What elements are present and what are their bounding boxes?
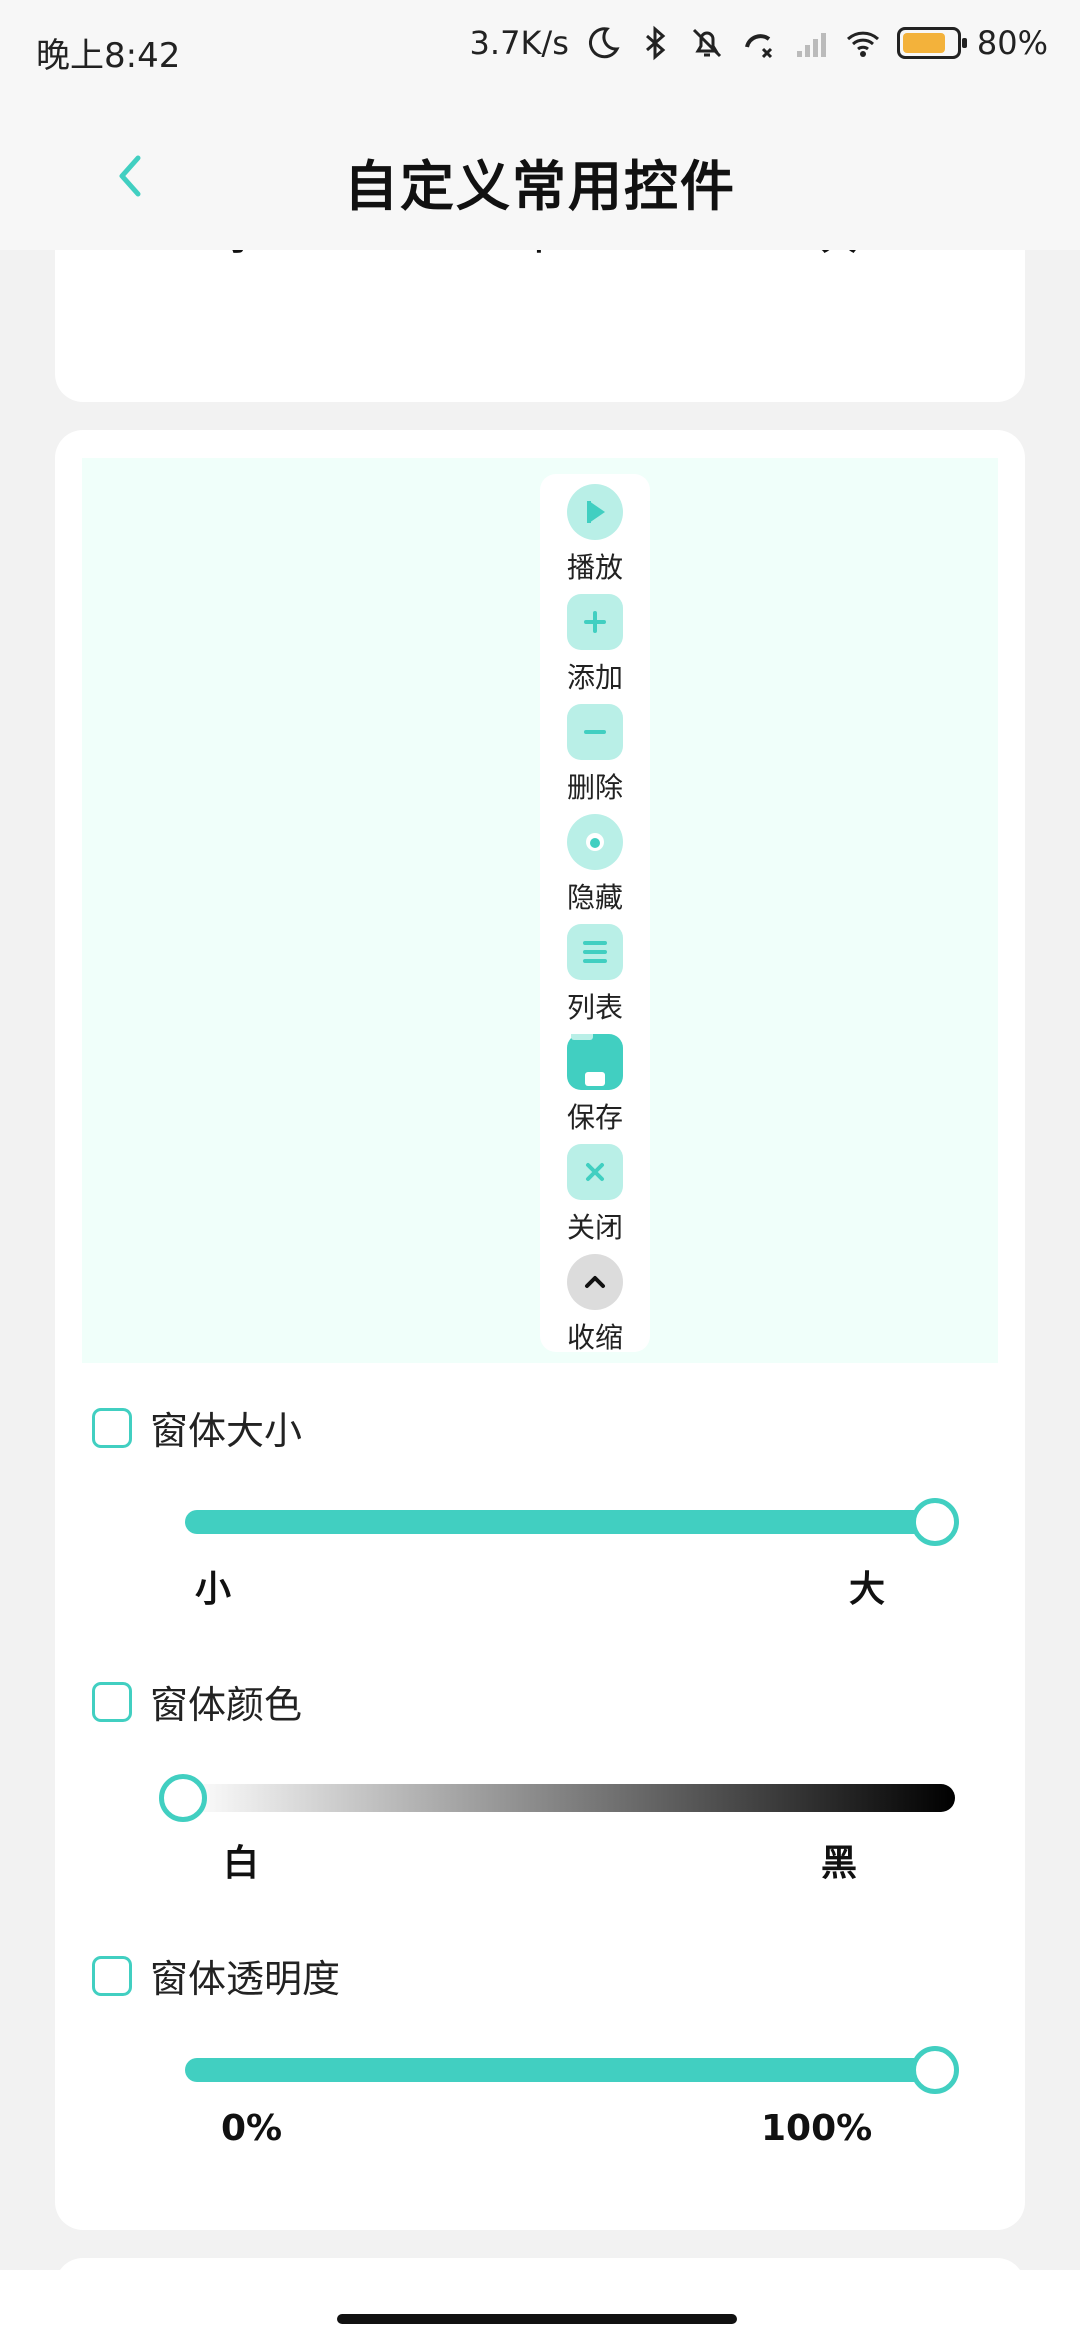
toolbar-item-add[interactable]: 添加	[540, 594, 650, 704]
header: 自定义常用控件	[0, 120, 1080, 230]
status-right: 3.7K/s 80%	[470, 24, 1048, 62]
window-opacity-option[interactable]: 窗体透明度	[92, 1948, 340, 2003]
toolbar-item-label: 保存	[566, 1101, 623, 1134]
toolbar-item-label: 删除	[566, 771, 623, 804]
plus-icon	[567, 594, 623, 650]
signal-icon	[796, 33, 826, 57]
play-icon	[567, 484, 623, 540]
window-size-min-label: 小	[195, 1569, 232, 1610]
window-size-max-label: 大	[849, 1569, 886, 1610]
window-opacity-slider-knob[interactable]	[911, 2046, 959, 2094]
save-icon	[567, 1030, 623, 1090]
toolbar-item-hide[interactable]: 隐藏	[540, 814, 650, 924]
window-color-max-label: 黑	[821, 1843, 858, 1884]
toolbar-item-label: 收缩	[566, 1321, 623, 1354]
floating-toolbar: 播放 添加 删除 隐藏 列表 保存 关闭 收缩	[540, 474, 650, 1354]
battery-percent: 80%	[976, 24, 1048, 62]
moon-icon	[588, 27, 620, 59]
preview-area: 播放 添加 删除 隐藏 列表 保存 关闭 收缩	[82, 458, 998, 1363]
toolbar-item-list[interactable]: 列表	[540, 924, 650, 1034]
window-color-checkbox[interactable]	[92, 1681, 132, 1722]
bell-off-icon	[692, 28, 721, 58]
toolbar-item-label: 关闭	[566, 1211, 623, 1244]
window-size-slider-knob[interactable]	[911, 1498, 959, 1546]
navigation-bar	[0, 2270, 1080, 2340]
window-color-option[interactable]: 窗体颜色	[92, 1674, 302, 1729]
page-title: 自定义常用控件	[344, 155, 736, 218]
toolbar-item-label: 隐藏	[566, 881, 623, 914]
window-color-label: 窗体颜色	[150, 1683, 303, 1727]
call-missed-icon	[744, 34, 772, 59]
window-opacity-min-label: 0%	[221, 2108, 283, 2149]
eye-icon	[567, 814, 623, 870]
window-color-slider-track[interactable]	[185, 1784, 955, 1812]
window-size-label: 窗体大小	[150, 1409, 303, 1453]
window-opacity-slider-track[interactable]	[185, 2058, 955, 2082]
close-icon	[567, 1144, 623, 1200]
wifi-icon	[846, 31, 879, 57]
chevron-up-icon	[567, 1254, 623, 1310]
toolbar-item-close[interactable]: 关闭	[540, 1144, 650, 1254]
toolbar-item-delete[interactable]: 删除	[540, 704, 650, 814]
window-size-checkbox[interactable]	[92, 1407, 132, 1448]
toolbar-item-label: 列表	[566, 991, 623, 1024]
home-indicator[interactable]	[337, 2314, 737, 2324]
window-opacity-max-label: 100%	[761, 2108, 873, 2149]
window-settings-card: 播放 添加 删除 隐藏 列表 保存 关闭 收缩 窗体大小 小 大 窗体颜色 白 …	[55, 430, 1025, 2230]
window-color-slider-knob[interactable]	[159, 1774, 207, 1822]
toolbar-item-label: 添加	[566, 661, 623, 694]
network-speed: 3.7K/s	[469, 24, 569, 62]
status-bar: 晚上8:42 3.7K/s 80%	[0, 0, 1080, 100]
top-bar: 晚上8:42 3.7K/s 80% 自定义常用控件	[0, 0, 1080, 250]
minus-icon	[567, 704, 623, 760]
window-opacity-checkbox[interactable]	[92, 1955, 132, 1996]
toolbar-item-label: 播放	[566, 551, 623, 584]
window-size-slider-track[interactable]	[185, 1510, 955, 1534]
toolbar-item-save[interactable]: 保存	[540, 1030, 650, 1144]
toolbar-item-play[interactable]: 播放	[540, 484, 650, 594]
bluetooth-icon	[645, 25, 666, 61]
list-icon	[567, 924, 623, 980]
toolbar-item-collapse[interactable]: 收缩	[540, 1254, 650, 1364]
status-time: 晚上8:42	[36, 36, 181, 76]
window-size-option[interactable]: 窗体大小	[92, 1400, 302, 1455]
window-color-min-label: 白	[223, 1843, 260, 1884]
battery-icon	[896, 27, 967, 59]
window-opacity-label: 窗体透明度	[150, 1957, 341, 2001]
